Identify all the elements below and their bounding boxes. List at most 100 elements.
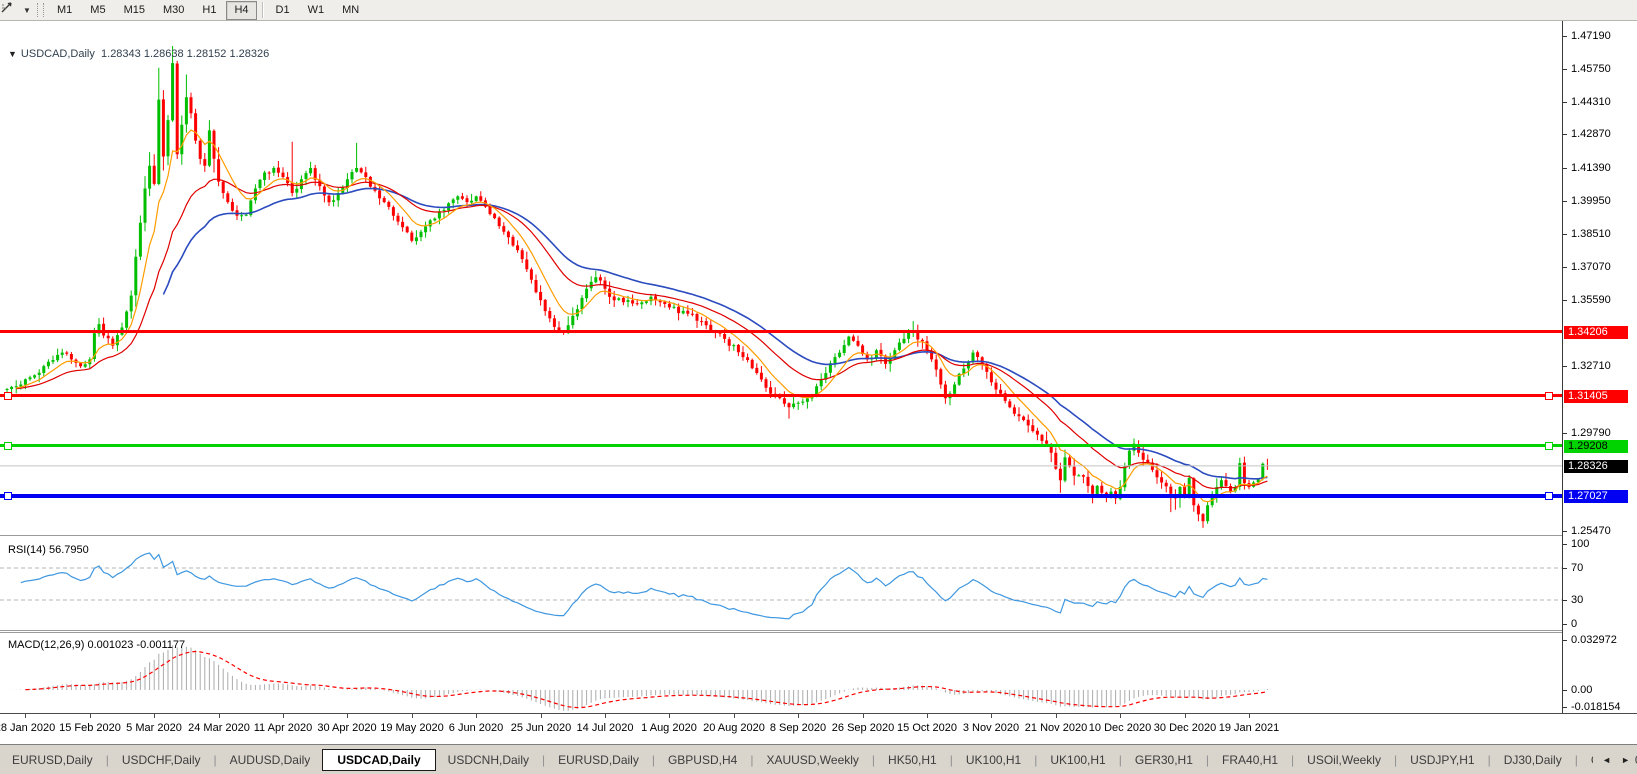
arrow-left-icon[interactable]: ◄ [1597, 753, 1616, 767]
macd-values: 0.001023 -0.001177 [87, 639, 186, 651]
tab-usdcnh-daily[interactable]: USDCNH,Daily [436, 750, 541, 770]
support-line-green-price-tag: 1.29208 [1564, 440, 1628, 453]
arrow-right-icon[interactable]: ► [1616, 753, 1635, 767]
x-axis-tick-mark [734, 714, 735, 718]
macd-axis-tick-label: -0.018154 [1571, 701, 1621, 713]
toolbar-grip[interactable] [37, 3, 44, 17]
macd-chart[interactable] [0, 633, 1562, 713]
y-axis-tick-label: 1.35590 [1571, 294, 1611, 306]
timeframe-button-m1[interactable]: M1 [49, 1, 80, 20]
timeframe-button-h1[interactable]: H1 [194, 1, 224, 20]
tab-scroll-buttons: ◄ ► [1593, 745, 1635, 774]
y-axis-tick-label: 1.42870 [1571, 128, 1611, 140]
chart-pointer-icon[interactable] [1, 2, 21, 18]
timeframe-button-d1[interactable]: D1 [268, 1, 298, 20]
y-axis-tick-mark [1563, 69, 1567, 70]
x-axis-date-label: 8 Sep 2020 [769, 722, 827, 734]
x-axis-date-label: 6 Jun 2020 [448, 722, 504, 734]
y-axis-tick-mark [1563, 267, 1567, 268]
tab-ger30-h1[interactable]: GER30,H1 [1123, 750, 1205, 770]
resistance-line-2-price-tag: 1.31405 [1564, 390, 1628, 403]
rsi-label: RSI(14) 56.7950 [8, 544, 89, 556]
tab-hk50-h1[interactable]: HK50,H1 [876, 750, 949, 770]
support-line-blue-price-tag: 1.27027 [1564, 490, 1628, 503]
x-axis-tick-mark [476, 714, 477, 718]
macd-signal-line [25, 650, 1268, 709]
support-line-blue[interactable] [0, 492, 1562, 500]
y-axis-tick-mark [1563, 36, 1567, 37]
macd-axis-tick-label: 0.032972 [1571, 634, 1617, 646]
rsi-panel[interactable]: RSI(14) 56.7950 [0, 537, 1562, 630]
current-price-tag: 1.28326 [1564, 460, 1628, 473]
tab-usdchf-daily[interactable]: USDCHF,Daily [110, 750, 213, 770]
y-axis-tick-mark [1563, 433, 1567, 434]
support-line-green[interactable] [0, 441, 1562, 450]
resistance-line-2-handle-right[interactable] [1545, 391, 1553, 400]
tab-audusd-daily[interactable]: AUDUSD,Daily [218, 750, 323, 770]
rsi-axis-tick-label: 0 [1571, 618, 1578, 630]
rsi-axis-tick-label: 30 [1571, 594, 1584, 606]
tab-gbpusd-h4[interactable]: GBPUSD,H4 [656, 750, 749, 770]
x-axis-date-label: 30 Apr 2020 [317, 722, 377, 734]
panel-separator[interactable] [0, 535, 1637, 536]
resistance-line-2-handle-left[interactable] [4, 391, 12, 400]
timeframe-button-m30[interactable]: M30 [155, 1, 192, 20]
x-axis-tick-mark [798, 714, 799, 718]
rsi-axis-tick-mark [1563, 600, 1567, 601]
timeframe-button-mn[interactable]: MN [334, 1, 367, 20]
rsi-chart[interactable] [0, 537, 1562, 630]
support-line-blue-handle-right[interactable] [1545, 492, 1553, 500]
x-axis-tick-mark [991, 714, 992, 718]
tab-uk100-h1[interactable]: UK100,H1 [1038, 750, 1117, 770]
x-axis-tick-mark [1120, 714, 1121, 718]
y-axis-tick-label: 1.32710 [1571, 360, 1611, 372]
timeframe-button-w1[interactable]: W1 [300, 1, 333, 20]
tab-eurusd-daily[interactable]: EURUSD,Daily [546, 750, 651, 770]
tab-usdcad-daily[interactable]: USDCAD,Daily [322, 749, 436, 771]
chart-tabs: EURUSD,Daily | USDCHF,Daily | AUDUSD,Daily US… [0, 749, 1637, 771]
rsi-value: 56.7950 [48, 544, 89, 556]
tab-xauusd-weekly[interactable]: XAUUSD,Weekly [754, 750, 870, 770]
price-axis[interactable]: 1.47190 1.45750 1.44310 1.42870 1.41390 1.399… [1562, 21, 1637, 713]
x-axis-date-label: 24 Mar 2020 [188, 722, 250, 734]
x-axis-tick-mark [154, 714, 155, 718]
rsi-axis-tick-label: 100 [1571, 538, 1590, 550]
y-axis-tick-label: 1.41390 [1571, 162, 1611, 174]
tab-uk100-h1[interactable]: UK100,H1 [954, 750, 1033, 770]
x-axis-tick-mark [1185, 714, 1186, 718]
candlestick-chart[interactable] [0, 21, 1562, 535]
tab-fra40-h1[interactable]: FRA40,H1 [1210, 750, 1290, 770]
y-axis-tick-mark [1563, 531, 1567, 532]
resistance-line-2[interactable] [0, 391, 1562, 400]
support-line-green-handle-right[interactable] [1545, 441, 1553, 450]
x-axis-date-label: 26 Sep 2020 [831, 722, 895, 734]
price-chart-panel[interactable]: ▼ USDCAD,Daily 1.28343 1.28638 1.28152 1.… [0, 21, 1562, 535]
x-axis-date-label: 1 Aug 2020 [641, 722, 697, 734]
toolbar-separator [261, 2, 263, 18]
macd-panel[interactable]: MACD(12,26,9) 0.001023 -0.001177 [0, 633, 1562, 713]
rsi-line [20, 552, 1268, 620]
y-axis-tick-mark [1563, 134, 1567, 135]
triangle-down-icon[interactable]: ▼ [8, 49, 17, 59]
support-line-green-handle-left[interactable] [4, 441, 12, 450]
date-axis[interactable]: 28 Jan 2020 15 Feb 2020 5 Mar 2020 24 Mar 2… [0, 713, 1637, 745]
caret-down-icon[interactable]: ▼ [21, 6, 33, 15]
ma-mid-line [16, 178, 1268, 489]
tab-usoil-weekly[interactable]: USOil,Weekly [1295, 750, 1393, 770]
timeframe-button-h4[interactable]: H4 [226, 0, 257, 20]
macd-axis-tick-mark [1563, 640, 1567, 641]
x-axis-tick-mark [605, 714, 606, 718]
x-axis-date-label: 28 Jan 2020 [0, 722, 56, 734]
down-candle-bodies [65, 63, 1269, 522]
support-line-blue-handle-left[interactable] [4, 492, 12, 500]
x-axis-tick-mark [219, 714, 220, 718]
resistance-line-1[interactable] [0, 330, 1562, 333]
x-axis-tick-mark [669, 714, 670, 718]
timeframe-button-m15[interactable]: M15 [116, 1, 153, 20]
timeframe-button-m5[interactable]: M5 [82, 1, 113, 20]
tab-dj30-daily[interactable]: DJ30,Daily [1492, 750, 1574, 770]
y-axis-tick-label: 1.38510 [1571, 228, 1611, 240]
resistance-line-1-price-tag: 1.34206 [1564, 326, 1628, 339]
tab-eurusd-daily[interactable]: EURUSD,Daily [0, 750, 105, 770]
tab-usdjpy-h1[interactable]: USDJPY,H1 [1398, 750, 1486, 770]
